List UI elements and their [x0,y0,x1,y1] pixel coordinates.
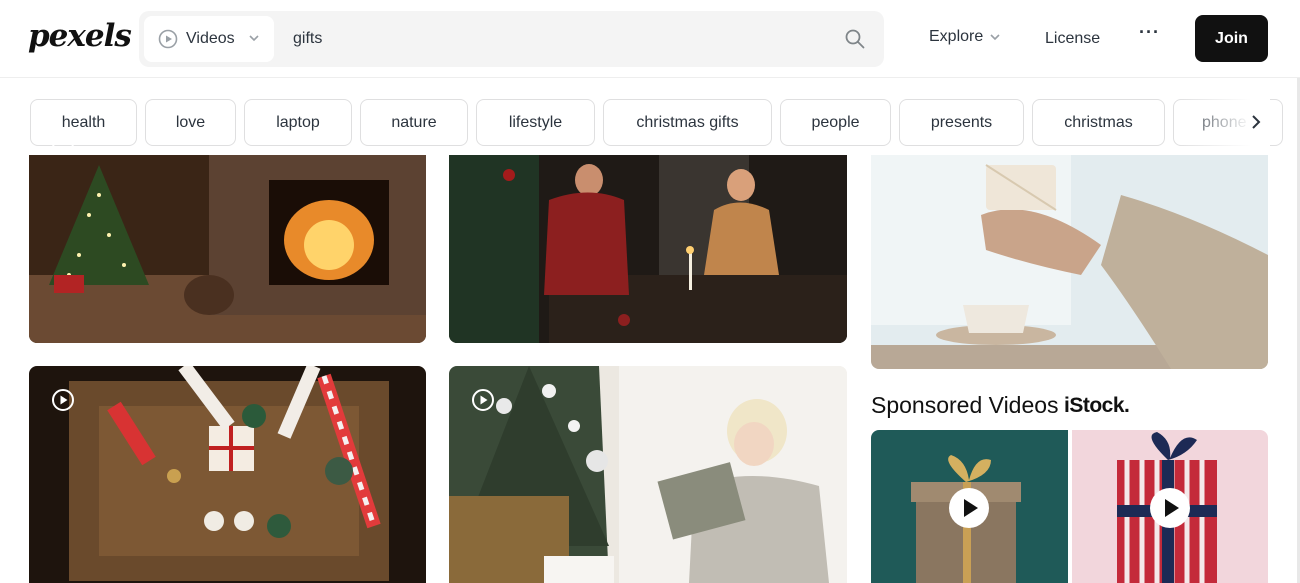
chip-health[interactable]: health [30,99,137,146]
video-thumbnail [449,366,847,583]
video-tile[interactable] [29,366,426,583]
video-thumbnail [29,155,426,343]
video-tile[interactable] [871,155,1268,369]
play-circle-icon [158,29,178,49]
video-tile[interactable] [449,366,847,583]
license-link[interactable]: License [1045,30,1100,48]
media-type-label: Videos [186,30,235,47]
chip-lifestyle[interactable]: lifestyle [476,99,595,146]
video-thumbnail [29,366,426,583]
chip-love[interactable]: love [145,99,236,146]
chip-christmas[interactable]: christmas [1032,99,1165,146]
play-button-icon[interactable] [1150,488,1190,528]
top-header: pexels Videos Explore License ··· Join [0,0,1300,78]
search-bar: Videos [139,11,884,67]
sponsored-title: Sponsored Videos [871,392,1059,418]
media-type-dropdown[interactable]: Videos [144,16,274,62]
chevron-right-icon[interactable] [1248,114,1264,130]
chip-presents[interactable]: presents [899,99,1024,146]
more-menu-icon[interactable]: ··· [1139,22,1160,43]
chip-nature[interactable]: nature [360,99,468,146]
play-circle-icon [52,143,74,154]
video-thumbnail [871,155,1268,369]
video-tile[interactable] [449,155,847,343]
related-searches: health love laptop nature lifestyle chri… [0,78,1300,154]
play-button-icon[interactable] [949,488,989,528]
chevron-down-icon [249,35,259,42]
sponsored-video-tile[interactable] [1072,430,1268,583]
join-button[interactable]: Join [1195,15,1268,62]
chevron-down-icon [990,34,1000,41]
sponsored-video-tile[interactable] [871,430,1068,583]
video-tile[interactable] [29,155,426,343]
play-circle-icon [472,389,494,411]
chip-people[interactable]: people [780,99,891,146]
pexels-logo[interactable]: pexels [28,18,132,54]
istock-logo[interactable]: iStock. [1064,394,1130,418]
play-circle-icon [52,389,74,411]
chip-christmas-gifts[interactable]: christmas gifts [603,99,772,146]
search-input[interactable] [293,27,813,51]
video-thumbnail [449,155,847,343]
explore-menu[interactable]: Explore [929,28,1001,46]
chip-laptop[interactable]: laptop [244,99,352,146]
search-icon[interactable] [844,28,866,50]
explore-label: Explore [929,28,984,45]
